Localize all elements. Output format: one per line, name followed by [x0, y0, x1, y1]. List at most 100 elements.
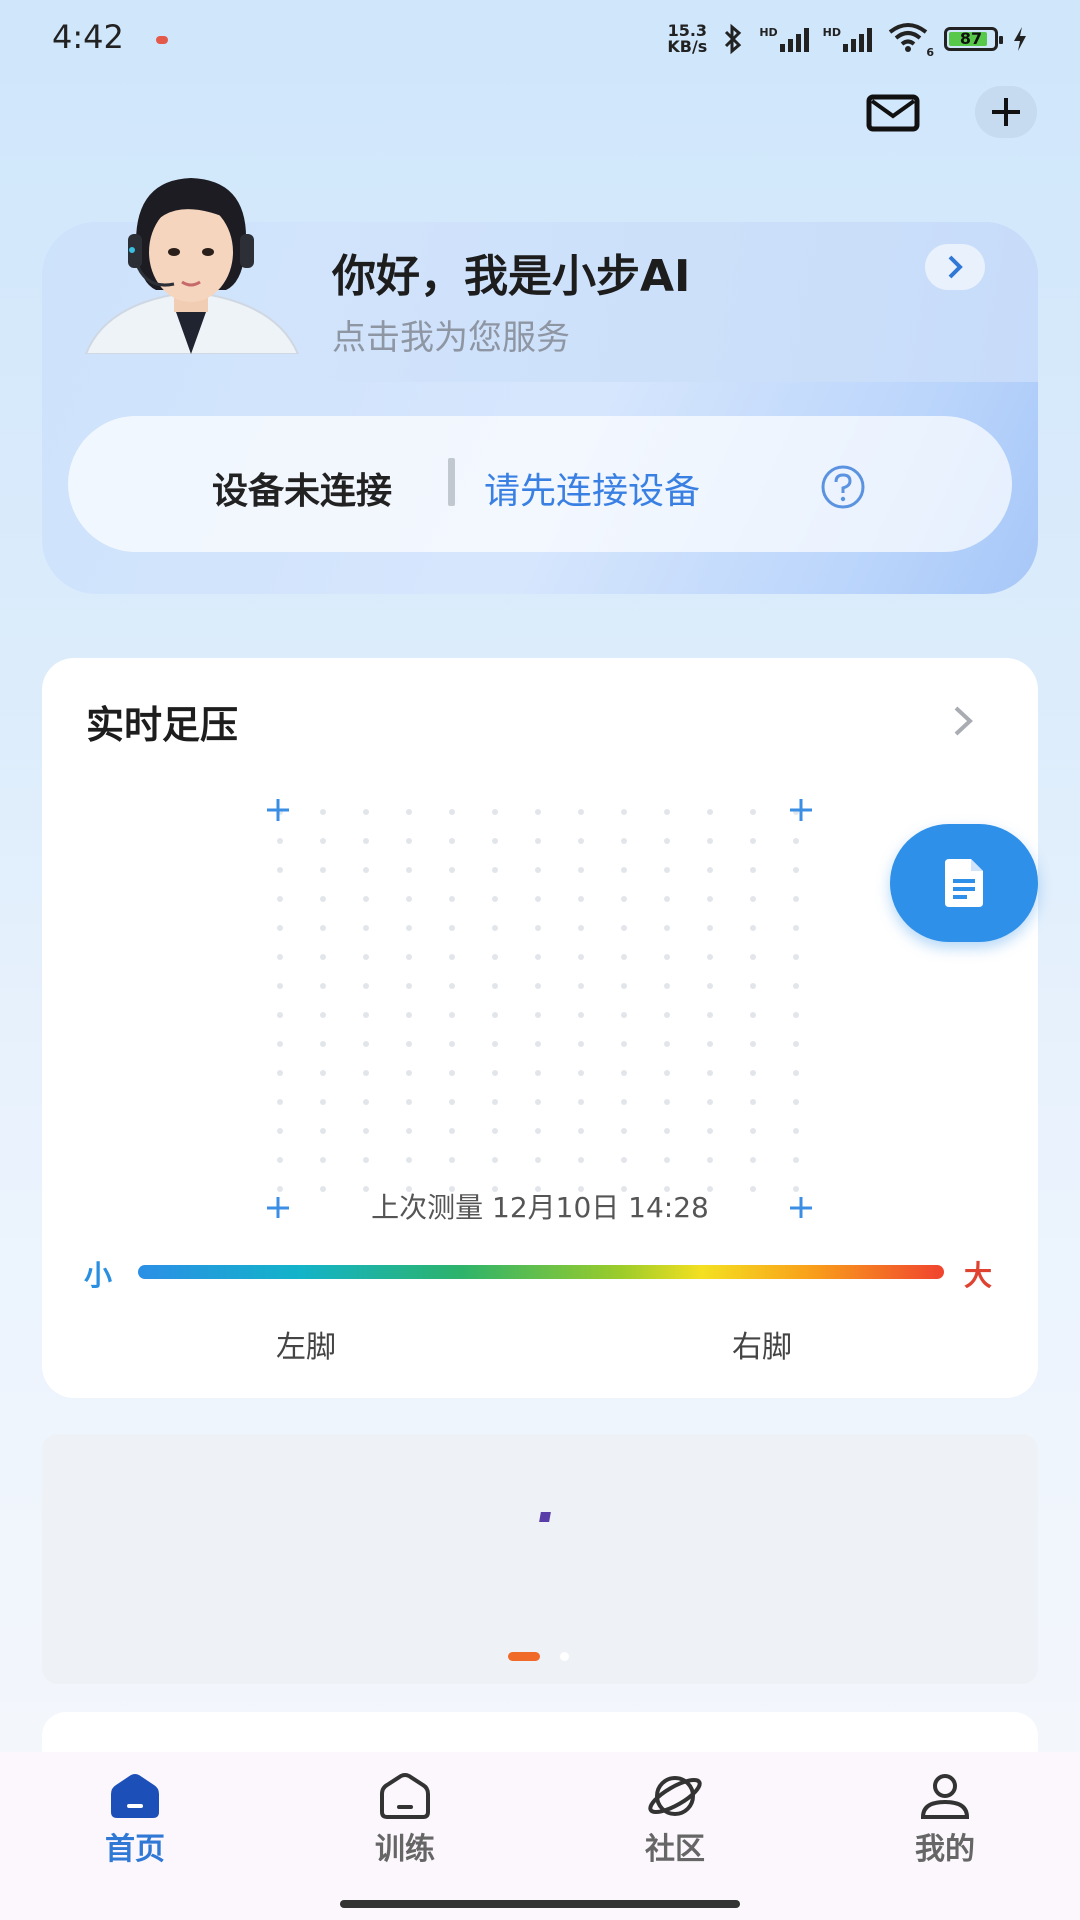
sensor-dot [320, 954, 326, 960]
sensor-dot [621, 1012, 627, 1018]
sensor-dot [492, 1157, 498, 1163]
sensor-dot [578, 925, 584, 931]
sensor-dot [277, 1041, 283, 1047]
ai-open-button[interactable] [925, 244, 985, 290]
nav-training[interactable]: 训练 [325, 1772, 485, 1868]
connect-device-link[interactable]: 请先连接设备 [484, 462, 700, 514]
nav-community[interactable]: 社区 [595, 1772, 755, 1868]
sensor-dot [277, 1012, 283, 1018]
sensor-dot [492, 809, 498, 815]
carousel-dot-active[interactable] [508, 1652, 540, 1661]
sensor-dot [449, 1099, 455, 1105]
sensor-dot [406, 1157, 412, 1163]
pressure-scale-bar [138, 1265, 944, 1279]
sensor-dot [793, 1128, 799, 1134]
left-foot-label: 左脚 [276, 1330, 336, 1365]
sensor-dot [363, 838, 369, 844]
ai-avatar[interactable] [76, 172, 306, 354]
add-button[interactable] [975, 86, 1037, 138]
sensor-dot [750, 1128, 756, 1134]
sensor-dot [492, 838, 498, 844]
sensor-dot [578, 1157, 584, 1163]
sensor-dot [363, 809, 369, 815]
sim1-hd-label: HD [759, 25, 778, 39]
sensor-dot [664, 838, 670, 844]
sensor-dot [793, 983, 799, 989]
sensor-dot [320, 983, 326, 989]
sensor-dot [449, 1070, 455, 1076]
chevron-right-icon[interactable] [950, 704, 976, 738]
sensor-dot [664, 1012, 670, 1018]
notification-dot-icon [156, 36, 168, 44]
report-fab-button[interactable] [890, 824, 1038, 942]
sensor-dot [578, 954, 584, 960]
sensor-dot [621, 809, 627, 815]
sensor-dot [793, 1041, 799, 1047]
sensor-dot [750, 1012, 756, 1018]
sensor-dot [363, 896, 369, 902]
sensor-dot [750, 1157, 756, 1163]
sensor-dot [750, 1041, 756, 1047]
sensor-dot [535, 1041, 541, 1047]
sensor-dot [750, 809, 756, 815]
sensor-dot [578, 1012, 584, 1018]
scale-small-label: 小 [84, 1259, 113, 1292]
sensor-dot [320, 1070, 326, 1076]
last-measured-time: 上次测量 12月10日 14:28 [371, 1191, 709, 1224]
sensor-dot [750, 838, 756, 844]
sensor-dot [449, 896, 455, 902]
sensor-dot [535, 1157, 541, 1163]
sensor-dot [363, 1157, 369, 1163]
sensor-dot [406, 925, 412, 931]
sensor-dot [535, 1128, 541, 1134]
sensor-dot [750, 925, 756, 931]
next-card-peek [42, 1712, 1038, 1752]
sensor-dot [707, 925, 713, 931]
sensor-dot [578, 896, 584, 902]
sensor-dot [320, 867, 326, 873]
sensor-dot [793, 925, 799, 931]
sensor-dot [793, 867, 799, 873]
sensor-dot [363, 983, 369, 989]
sensor-dot [363, 1070, 369, 1076]
mail-icon[interactable] [866, 94, 920, 132]
sim2-hd-label: HD [822, 25, 841, 39]
sensor-dot [535, 954, 541, 960]
carousel-dot[interactable] [560, 1652, 569, 1661]
sensor-dot [578, 1070, 584, 1076]
sensor-dot [363, 954, 369, 960]
nav-home[interactable]: 首页 [55, 1772, 215, 1868]
sensor-dot [406, 809, 412, 815]
help-icon[interactable] [820, 464, 866, 510]
sensor-dot [750, 896, 756, 902]
sensor-dot [320, 1099, 326, 1105]
battery-icon: 87 [944, 26, 1003, 51]
sensor-dot [621, 1157, 627, 1163]
sensor-dot [621, 983, 627, 989]
sensor-dot [363, 867, 369, 873]
home-indicator[interactable] [340, 1900, 740, 1908]
sensor-dot [621, 1041, 627, 1047]
sensor-dot [492, 983, 498, 989]
sensor-dot [621, 925, 627, 931]
nav-profile-label: 我的 [915, 1832, 975, 1867]
sensor-dot [793, 1099, 799, 1105]
sensor-dot [535, 838, 541, 844]
sensor-dot [320, 1128, 326, 1134]
nav-profile[interactable]: 我的 [865, 1772, 1025, 1868]
sensor-dot [664, 1041, 670, 1047]
sensor-dot [449, 1012, 455, 1018]
sensor-dot [664, 954, 670, 960]
sensor-dot [707, 1128, 713, 1134]
sensor-dot [363, 1012, 369, 1018]
training-icon [380, 1773, 430, 1819]
banner-carousel[interactable] [42, 1434, 1038, 1684]
sensor-dot [621, 867, 627, 873]
sensor-dot [707, 809, 713, 815]
battery-level: 87 [959, 28, 983, 48]
sensor-dot [707, 867, 713, 873]
sensor-dot [449, 867, 455, 873]
sensor-dot [664, 809, 670, 815]
sensor-dot [621, 896, 627, 902]
sensor-dot [363, 925, 369, 931]
